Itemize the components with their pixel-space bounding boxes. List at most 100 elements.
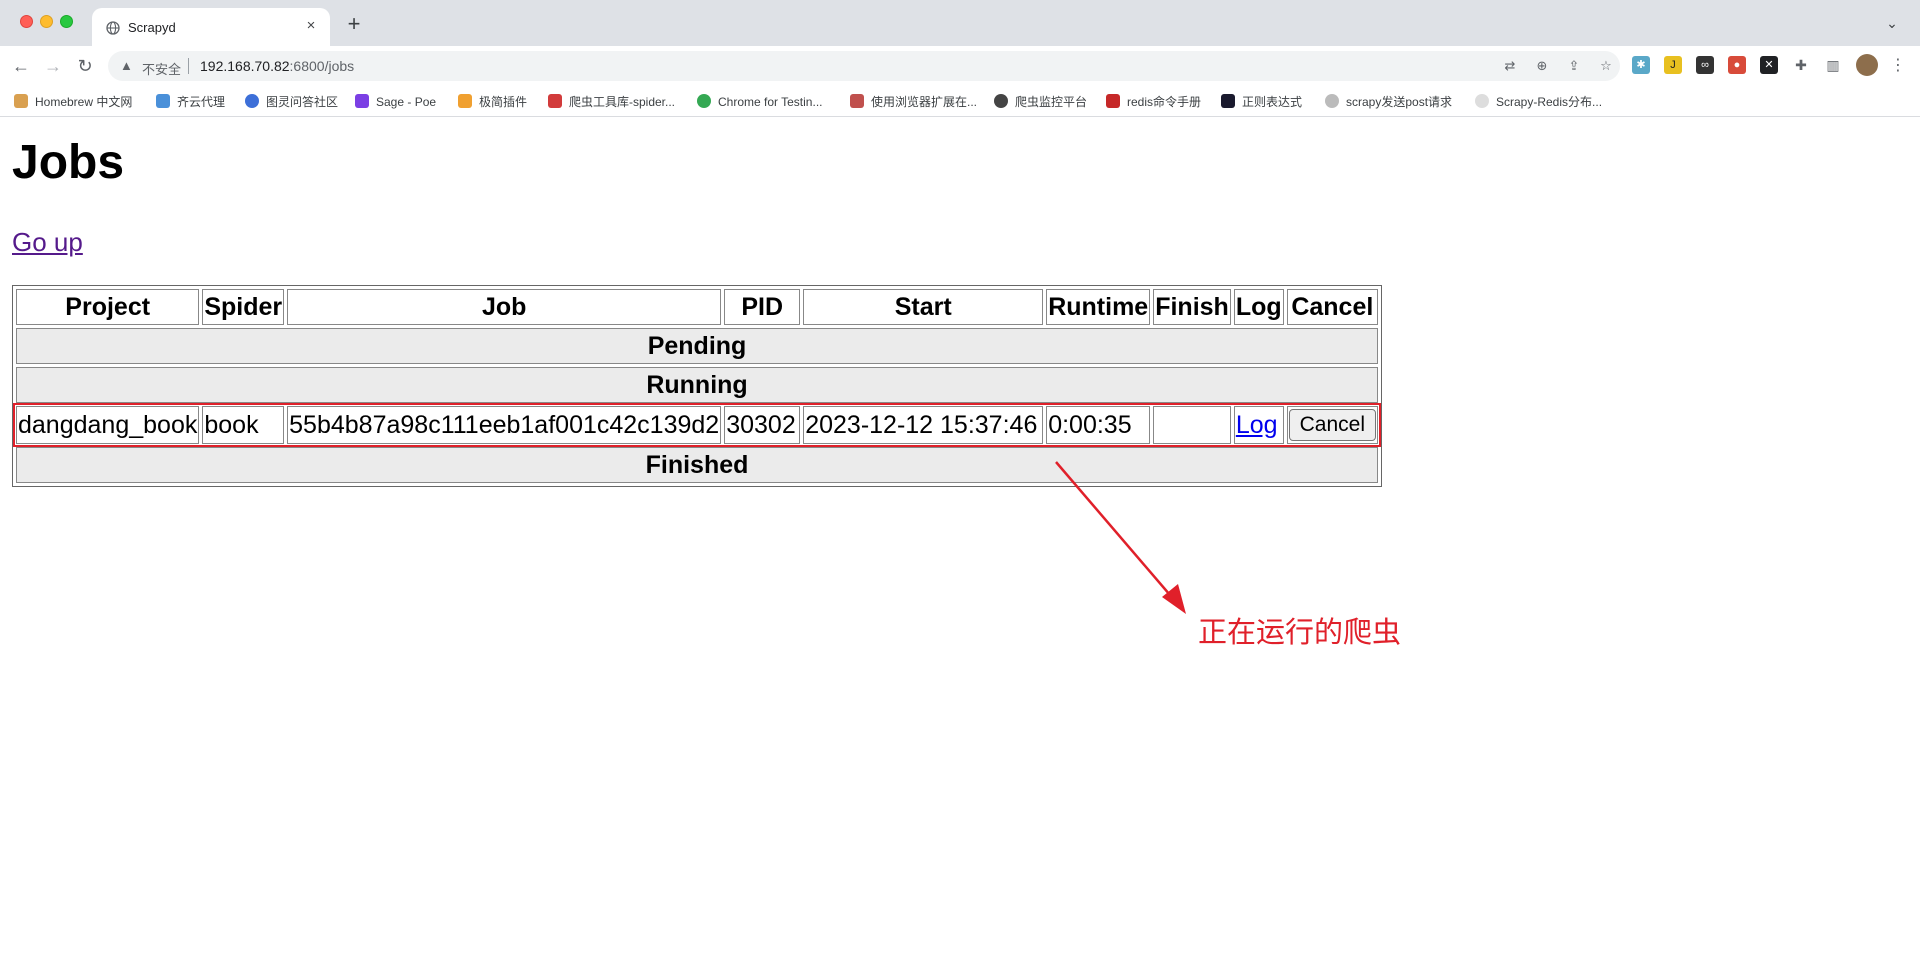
bookmark-star-icon[interactable]: ☆ xyxy=(1596,56,1616,76)
bookmark-favicon-icon xyxy=(1475,94,1489,108)
section-label: Pending xyxy=(16,328,1379,364)
cancel-button[interactable]: Cancel xyxy=(1288,409,1377,441)
url-host: 192.168.70.82 xyxy=(200,58,290,74)
column-header: Finish xyxy=(1153,289,1231,325)
bookmark-favicon-icon xyxy=(458,94,472,108)
bookmark-label: Homebrew 中文网 xyxy=(35,95,133,109)
bookmark-favicon-icon xyxy=(994,94,1008,108)
jobs-table: Project Spider Job PID Start Runtime Fin… xyxy=(12,285,1383,487)
column-header: Project xyxy=(16,289,200,325)
back-button[interactable]: ← xyxy=(9,54,33,78)
url-path: :6800/jobs xyxy=(289,58,355,74)
bookmark-favicon-icon xyxy=(1221,94,1235,108)
bookmark-item[interactable]: Sage - Poe xyxy=(355,92,436,112)
bookmark-label: 爬虫工具库-spider... xyxy=(569,95,676,109)
runtime-cell: 0:00:35 xyxy=(1046,406,1151,444)
extension-cookie-icon[interactable]: ● xyxy=(1728,56,1746,74)
bookmark-label: Scrapy-Redis分布... xyxy=(1496,95,1603,109)
zoom-icon[interactable]: ⊕ xyxy=(1532,56,1552,76)
extension-x-icon[interactable]: ✕ xyxy=(1760,56,1778,74)
bookmark-label: Chrome for Testin... xyxy=(718,95,823,109)
running-section-row: Running xyxy=(16,367,1379,403)
new-tab-button[interactable]: + xyxy=(342,13,366,37)
section-label: Finished xyxy=(16,447,1379,483)
pending-section-row: Pending xyxy=(16,328,1379,364)
bookmark-item[interactable]: Homebrew 中文网 xyxy=(14,92,132,112)
bookmark-label: 图灵问答社区 xyxy=(266,95,339,109)
bookmark-label: 爬虫监控平台 xyxy=(1015,95,1088,109)
extensions-puzzle-icon[interactable]: ✚ xyxy=(1792,56,1810,74)
bookmark-favicon-icon xyxy=(548,94,562,108)
column-header: Start xyxy=(803,289,1044,325)
bookmark-item[interactable]: redis命令手册 xyxy=(1106,92,1201,112)
extension-js-icon[interactable]: J xyxy=(1664,56,1682,74)
finish-cell xyxy=(1153,406,1231,444)
go-up-link[interactable]: Go up xyxy=(12,227,83,258)
header-row: Project Spider Job PID Start Runtime Fin… xyxy=(16,289,1379,325)
chevron-down-icon[interactable]: ⌄ xyxy=(1882,13,1902,33)
divider xyxy=(188,58,189,74)
side-panel-icon[interactable]: ▥ xyxy=(1824,56,1842,74)
bookmark-label: 使用浏览器扩展在... xyxy=(871,95,978,109)
bookmark-favicon-icon xyxy=(1325,94,1339,108)
extension-mask-icon[interactable]: ∞ xyxy=(1696,56,1714,74)
column-header: Runtime xyxy=(1046,289,1151,325)
start-cell: 2023-12-12 15:37:46 xyxy=(803,406,1044,444)
bookmark-label: 极简插件 xyxy=(479,95,528,109)
url-text[interactable]: 192.168.70.82:6800/jobs xyxy=(200,58,354,74)
share-icon[interactable]: ⇪ xyxy=(1564,56,1584,76)
page-title: Jobs xyxy=(12,136,125,189)
profile-avatar[interactable] xyxy=(1856,54,1878,76)
extension-react-icon[interactable]: ✱ xyxy=(1632,56,1650,74)
column-header: Spider xyxy=(202,289,285,325)
bookmark-item[interactable]: 爬虫监控平台 xyxy=(994,92,1087,112)
job-cell: 55b4b87a98c111eeb1af001c42c139d2 xyxy=(287,406,722,444)
log-link[interactable]: Log xyxy=(1236,411,1278,439)
tab-title: Scrapyd xyxy=(128,20,176,35)
address-bar[interactable]: ▲ 不安全 192.168.70.82:6800/jobs ⇄ ⊕ ⇪ ☆ xyxy=(108,51,1620,81)
column-header: Log xyxy=(1233,289,1284,325)
bookmark-item[interactable]: 图灵问答社区 xyxy=(245,92,338,112)
bookmark-favicon-icon xyxy=(14,94,28,108)
reload-button[interactable]: ↻ xyxy=(73,54,97,78)
menu-kebab-icon[interactable]: ⋮ xyxy=(1888,54,1908,78)
bookmarks-bar: Homebrew 中文网 齐云代理 图灵问答社区 Sage - Poe 极简插件… xyxy=(0,86,1920,117)
bookmark-favicon-icon xyxy=(1106,94,1120,108)
bookmark-item[interactable]: 极简插件 xyxy=(458,92,527,112)
project-cell: dangdang_book xyxy=(16,406,200,444)
browser-toolbar: ← → ↻ ▲ 不安全 192.168.70.82:6800/jobs ⇄ ⊕ … xyxy=(0,46,1920,86)
security-label[interactable]: 不安全 xyxy=(142,59,181,78)
globe-icon xyxy=(106,21,120,35)
bookmark-favicon-icon xyxy=(850,94,864,108)
column-header: PID xyxy=(724,289,801,325)
bookmark-label: Sage - Poe xyxy=(376,95,437,109)
bookmark-item[interactable]: Scrapy-Redis分布... xyxy=(1475,92,1602,112)
annotation-label: 正在运行的爬虫 xyxy=(1198,615,1402,649)
bookmark-favicon-icon xyxy=(355,94,369,108)
title-bar: Scrapyd × + ⌄ xyxy=(0,0,1920,46)
cancel-cell: Cancel xyxy=(1286,406,1379,444)
bookmark-item[interactable]: scrapy发送post请求 xyxy=(1325,92,1452,112)
bookmark-item[interactable]: 爬虫工具库-spider... xyxy=(548,92,675,112)
bookmark-label: redis命令手册 xyxy=(1127,95,1202,109)
table-row: dangdang_book book 55b4b87a98c111eeb1af0… xyxy=(12,403,1382,447)
warning-icon[interactable]: ▲ xyxy=(120,58,133,73)
bookmark-item[interactable]: Chrome for Testin... xyxy=(697,92,822,112)
close-icon[interactable]: × xyxy=(302,17,320,35)
bookmark-item[interactable]: 齐云代理 xyxy=(156,92,225,112)
browser-tab[interactable]: Scrapyd × xyxy=(92,8,330,46)
bookmark-favicon-icon xyxy=(697,94,711,108)
column-header: Cancel xyxy=(1286,289,1379,325)
maximize-window-button[interactable] xyxy=(60,15,73,28)
pid-cell: 30302 xyxy=(724,406,801,444)
bookmark-item[interactable]: 正则表达式 xyxy=(1221,92,1302,112)
close-window-button[interactable] xyxy=(20,15,33,28)
log-cell: Log xyxy=(1233,406,1284,444)
forward-button[interactable]: → xyxy=(41,54,65,78)
bookmark-favicon-icon xyxy=(245,94,259,108)
spider-cell: book xyxy=(202,406,285,444)
bookmark-item[interactable]: 使用浏览器扩展在... xyxy=(850,92,977,112)
translate-icon[interactable]: ⇄ xyxy=(1500,56,1520,76)
minimize-window-button[interactable] xyxy=(40,15,53,28)
column-header: Job xyxy=(287,289,722,325)
